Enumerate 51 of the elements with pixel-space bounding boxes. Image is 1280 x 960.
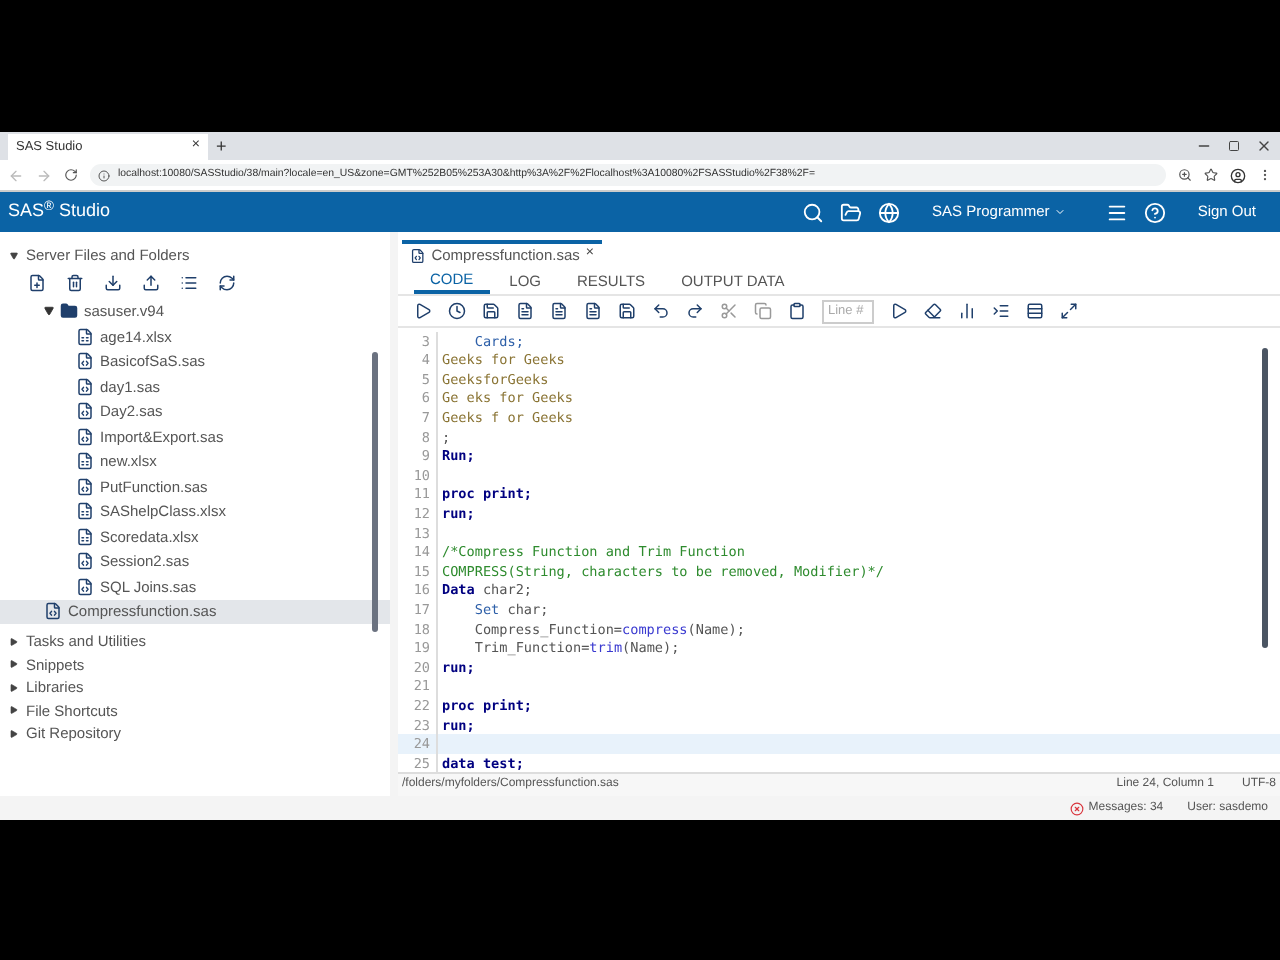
code-file-icon (76, 552, 94, 571)
indent-icon[interactable] (992, 302, 1010, 320)
search-icon[interactable] (802, 201, 825, 223)
chart-icon[interactable] (958, 302, 976, 320)
reload-icon[interactable] (64, 168, 78, 182)
menu-icon[interactable] (1258, 168, 1272, 182)
code-file-icon (76, 377, 94, 396)
star-icon[interactable] (1204, 168, 1218, 182)
history-icon[interactable] (448, 302, 466, 320)
undo-icon[interactable] (652, 302, 670, 320)
code-file-icon (76, 402, 94, 421)
new-file-icon[interactable] (28, 274, 46, 292)
app-title: SAS$^{®}$ Studio (8, 198, 113, 225)
spreadsheet-file-icon (76, 502, 94, 521)
spreadsheet-file-icon (76, 327, 94, 346)
close-icon[interactable] (1256, 138, 1272, 154)
maximize-icon[interactable] (1228, 140, 1240, 152)
copy-icon[interactable] (754, 302, 772, 320)
help-icon[interactable] (1143, 201, 1166, 223)
menu-icon[interactable] (1105, 201, 1128, 223)
cut-icon[interactable] (720, 302, 738, 320)
redo-icon[interactable] (686, 302, 704, 320)
code-file-icon (410, 247, 426, 263)
folder-icon[interactable] (840, 201, 863, 223)
maximize-icon[interactable] (1060, 302, 1078, 320)
spreadsheet-file-icon (76, 452, 94, 471)
refresh-icon[interactable] (218, 274, 236, 292)
clear-icon[interactable] (924, 302, 942, 320)
document-icon[interactable] (550, 302, 568, 320)
spreadsheet-file-icon (76, 527, 94, 546)
code-file-icon (44, 602, 62, 621)
globe-icon[interactable] (878, 201, 901, 223)
paste-icon[interactable] (788, 302, 806, 320)
profile-icon[interactable] (1230, 167, 1246, 183)
caret-icon (1053, 206, 1066, 218)
code-file-icon (76, 352, 94, 371)
run-icon[interactable] (414, 302, 432, 320)
go-icon[interactable] (890, 302, 908, 320)
code-file-icon (76, 577, 94, 596)
new-tab-button[interactable]: + (216, 133, 227, 160)
code-file-icon (76, 477, 94, 496)
zoom-icon[interactable] (1178, 168, 1192, 182)
save-icon[interactable] (482, 302, 500, 320)
info-icon (98, 169, 110, 181)
expanded-icon[interactable] (44, 306, 54, 317)
delete-icon[interactable] (66, 274, 84, 292)
error-icon (1070, 801, 1085, 815)
code-file-icon (76, 427, 94, 446)
folder-icon (60, 302, 78, 321)
upload-icon[interactable] (142, 274, 160, 292)
download-icon[interactable] (104, 274, 122, 292)
